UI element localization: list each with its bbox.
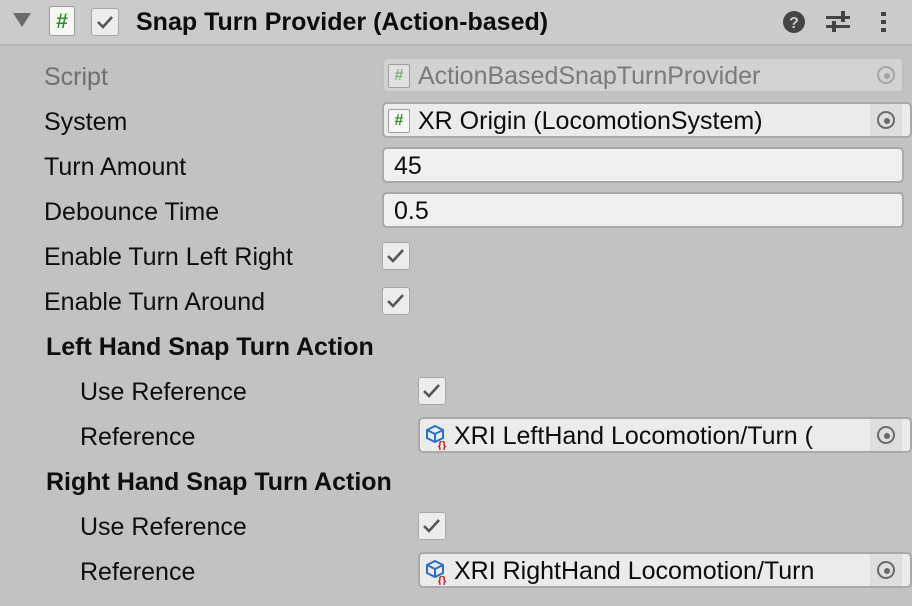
checkmark-icon [97, 16, 113, 29]
script-icon: # [388, 64, 410, 88]
checkmark-icon [387, 294, 404, 308]
left-use-reference-row: Use Reference [0, 370, 912, 415]
right-reference-field[interactable]: {} XRI RightHand Locomotion/Turn [418, 552, 912, 588]
object-picker-button [870, 59, 902, 91]
enable-turn-around-label: Enable Turn Around [44, 288, 265, 316]
debounce-time-value: 0.5 [394, 197, 429, 225]
script-icon: # [49, 6, 75, 36]
left-hand-section: Left Hand Snap Turn Action [0, 325, 912, 370]
system-row: System # XR Origin (LocomotionSystem) [0, 100, 912, 145]
left-reference-field[interactable]: {} XRI LeftHand Locomotion/Turn ( [418, 417, 912, 453]
component-header: # Snap Turn Provider (Action-based) ? [0, 0, 912, 46]
right-hand-section: Right Hand Snap Turn Action [0, 460, 912, 505]
svg-text:{}: {} [438, 440, 447, 450]
target-icon [877, 66, 895, 84]
turn-amount-input[interactable]: 45 [382, 147, 904, 183]
svg-text:{}: {} [438, 575, 447, 585]
right-reference-value: XRI RightHand Locomotion/Turn [454, 557, 815, 585]
system-label: System [44, 108, 128, 136]
enable-turn-left-right-label: Enable Turn Left Right [44, 243, 293, 271]
svg-text:?: ? [789, 15, 799, 32]
target-icon [877, 561, 895, 579]
enable-turn-around-checkbox[interactable] [382, 287, 410, 315]
component-enabled-checkbox[interactable] [91, 8, 119, 36]
checkmark-icon [423, 519, 440, 533]
script-label: Script [44, 63, 108, 91]
input-action-asset-icon: {} [426, 559, 447, 585]
right-hand-header: Right Hand Snap Turn Action [46, 468, 392, 496]
input-action-asset-icon: {} [426, 424, 447, 450]
enable-turn-left-right-checkbox[interactable] [382, 242, 410, 270]
object-picker-button[interactable] [870, 419, 902, 451]
left-reference-label: Reference [80, 423, 196, 451]
script-icon: # [388, 109, 410, 133]
turn-amount-row: Turn Amount 45 [0, 145, 912, 190]
target-icon [877, 426, 895, 444]
object-picker-button[interactable] [870, 554, 902, 586]
right-use-reference-label: Use Reference [80, 513, 247, 541]
left-reference-row: Reference {} XRI LeftHand Locomotion/Tur… [0, 415, 912, 460]
help-icon[interactable]: ? [780, 8, 808, 36]
enable-turn-around-row: Enable Turn Around [0, 280, 912, 325]
debounce-time-row: Debounce Time 0.5 [0, 190, 912, 235]
checkmark-icon [387, 249, 404, 263]
system-value: XR Origin (LocomotionSystem) [418, 107, 763, 135]
foldout-arrow-icon[interactable] [13, 13, 31, 27]
left-hand-header: Left Hand Snap Turn Action [46, 333, 374, 361]
script-row: Script # ActionBasedSnapTurnProvider [0, 55, 912, 100]
turn-amount-value: 45 [394, 152, 422, 180]
right-reference-label: Reference [80, 558, 196, 586]
enable-turn-left-right-row: Enable Turn Left Right [0, 235, 912, 280]
object-picker-button[interactable] [870, 104, 902, 136]
component-title: Snap Turn Provider (Action-based) [136, 8, 549, 36]
checkmark-icon [423, 384, 440, 398]
target-icon [877, 111, 895, 129]
left-reference-value: XRI LeftHand Locomotion/Turn ( [454, 422, 813, 450]
left-use-reference-label: Use Reference [80, 378, 247, 406]
right-use-reference-checkbox[interactable] [418, 512, 446, 540]
system-field[interactable]: # XR Origin (LocomotionSystem) [382, 102, 912, 138]
presets-icon[interactable] [824, 8, 852, 36]
turn-amount-label: Turn Amount [44, 153, 187, 181]
script-value: ActionBasedSnapTurnProvider [418, 62, 761, 90]
debounce-time-input[interactable]: 0.5 [382, 192, 904, 228]
right-use-reference-row: Use Reference [0, 505, 912, 550]
more-menu-icon[interactable] [870, 8, 898, 36]
script-field: # ActionBasedSnapTurnProvider [382, 57, 904, 93]
debounce-time-label: Debounce Time [44, 198, 220, 226]
right-reference-row: Reference {} XRI RightHand Locomotion/Tu… [0, 550, 912, 595]
left-use-reference-checkbox[interactable] [418, 377, 446, 405]
